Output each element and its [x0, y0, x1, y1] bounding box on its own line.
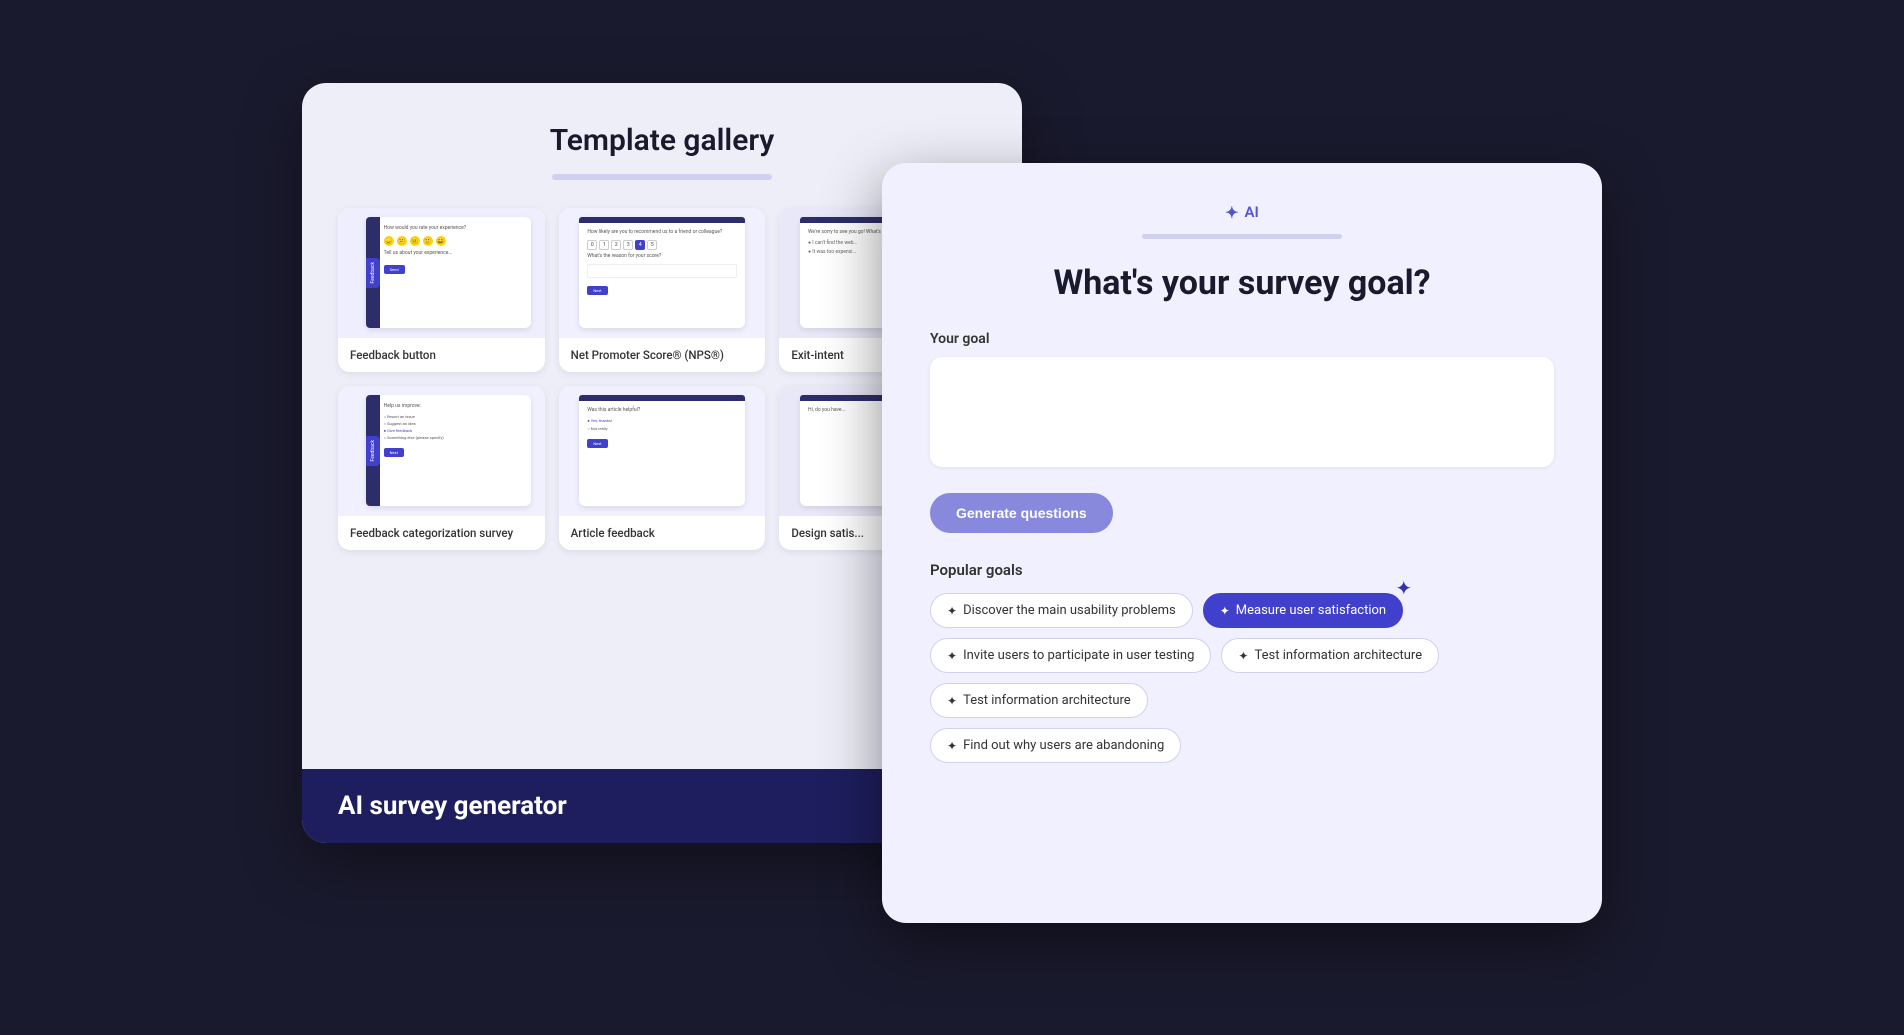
template-label-feedback: Feedback button — [338, 338, 545, 372]
template-preview-feedback: Feedback How would you rate your experie… — [338, 208, 545, 338]
goal-chip-0[interactable]: ✦ Discover the main usability problems — [930, 593, 1193, 628]
sidebar-mock: Feedback — [366, 217, 380, 328]
template-item-feedback[interactable]: Feedback How would you rate your experie… — [338, 208, 545, 372]
preview-next-btn-2: Next — [384, 448, 404, 457]
preview-rating-row: 0 1 2 3 4 5 — [587, 240, 736, 250]
preview-send-btn: Send — [384, 265, 405, 274]
sidebar-mock-2: Feedback — [366, 395, 380, 506]
ai-goal-label: Your goal — [930, 331, 1554, 347]
preview-article-next: Next — [587, 439, 607, 448]
preview-text: How would you rate your experience? — [384, 225, 523, 232]
goal-label-measure: Measure user satisfaction — [1236, 603, 1386, 618]
template-gallery-title: Template gallery — [338, 123, 986, 158]
rating-1: 1 — [599, 240, 609, 250]
preview-reason-label: What's the reason for your score? — [587, 253, 736, 260]
chip-icon-4: ✦ — [947, 694, 957, 708]
float-sparkle-icon: ✦ — [1395, 576, 1412, 600]
template-label-feedback-cat: Feedback categorization survey — [338, 516, 545, 550]
template-label-article: Article feedback — [559, 516, 766, 550]
sidebar-btn-mock-2: Feedback — [366, 436, 380, 466]
chip-icon-measure: ✦ — [1220, 604, 1230, 618]
template-label-nps: Net Promoter Score® (NPS®) — [559, 338, 766, 372]
goal-label-4: Test information architecture — [963, 693, 1131, 708]
chip-icon-0: ✦ — [947, 604, 957, 618]
emoji-2: 😕 — [397, 236, 407, 246]
template-gallery-progress — [552, 174, 772, 180]
ai-goal-textarea[interactable] — [930, 357, 1554, 467]
goal-label-0: Discover the main usability problems — [963, 603, 1176, 618]
ai-badge-text: AI — [1245, 203, 1259, 221]
template-preview-article: Was this article helpful? ● Yes, thanks!… — [559, 386, 766, 516]
preview-article-opts: ● Yes, thanks! ○ Not really — [587, 418, 736, 431]
rating-5: 5 — [647, 240, 657, 250]
preview-opt-suggest: ○ Suggest an idea — [384, 421, 523, 426]
preview-subtext: Tell us about your experience... — [384, 250, 523, 257]
emoji-5: 😄 — [436, 236, 446, 246]
preview-topbar — [579, 217, 744, 223]
goal-chip-4[interactable]: ✦ Test information architecture — [930, 683, 1148, 718]
preview-reason-input — [587, 264, 736, 278]
preview-next-btn: Next — [587, 286, 607, 295]
ai-badge: ✦ AI — [1225, 203, 1259, 222]
rating-0: 0 — [587, 240, 597, 250]
emoji-4: 🙂 — [423, 236, 433, 246]
ai-popular-title: Popular goals — [930, 561, 1554, 579]
sidebar-btn-mock: Feedback — [366, 258, 380, 288]
goal-chip-3[interactable]: ✦ Test information architecture — [1221, 638, 1439, 673]
goal-label-2: Invite users to participate in user test… — [963, 648, 1194, 663]
rating-2: 2 — [611, 240, 621, 250]
preview-nps-question: How likely are you to recommend us to a … — [587, 229, 736, 236]
template-item-nps[interactable]: How likely are you to recommend us to a … — [559, 208, 766, 372]
preview-opt-give: ● Give feedback — [384, 428, 523, 433]
goals-row-2: ✦ Invite users to participate in user te… — [930, 638, 1554, 718]
chip-icon-2: ✦ — [947, 649, 957, 663]
template-item-article[interactable]: Was this article helpful? ● Yes, thanks!… — [559, 386, 766, 550]
preview-opt-report: ○ Report an issue — [384, 414, 523, 419]
rating-4: 4 — [635, 240, 645, 250]
sidebar-btn-label: Feedback — [370, 262, 376, 284]
preview-article-no: ○ Not really — [587, 426, 736, 431]
ai-main-title: What's your survey goal? — [930, 263, 1554, 304]
chip-icon-3: ✦ — [1238, 649, 1248, 663]
goal-chip-measure[interactable]: ✦ Measure user satisfaction ✦ — [1203, 593, 1403, 628]
banner-text: AI survey generator — [338, 791, 567, 821]
ai-badge-container: ✦ AI — [930, 203, 1554, 222]
rating-3: 3 — [623, 240, 633, 250]
preview-article-yes: ● Yes, thanks! — [587, 418, 736, 423]
preview-article-question: Was this article helpful? — [587, 407, 736, 414]
goal-label-3: Test information architecture — [1254, 648, 1422, 663]
goal-chip-5[interactable]: ✦ Find out why users are abandoning — [930, 728, 1181, 763]
goal-label-5: Find out why users are abandoning — [963, 738, 1164, 753]
ai-generate-button[interactable]: Generate questions — [930, 493, 1113, 533]
template-preview-feedback-cat: Feedback Help us improve: ○ Report an is… — [338, 386, 545, 516]
preview-article-topbar — [579, 395, 744, 401]
template-preview-nps: How likely are you to recommend us to a … — [559, 208, 766, 338]
goal-chip-2[interactable]: ✦ Invite users to participate in user te… — [930, 638, 1211, 673]
sidebar-btn-label-2: Feedback — [370, 440, 376, 462]
scene: Template gallery Feedback How would you … — [302, 83, 1602, 953]
preview-emojis: 😞 😕 😐 🙂 😄 — [384, 236, 523, 246]
preview-opt-other: ○ Something else (please specify) — [384, 435, 523, 440]
template-item-feedback-cat[interactable]: Feedback Help us improve: ○ Report an is… — [338, 386, 545, 550]
emoji-3: 😐 — [410, 236, 420, 246]
emoji-1: 😞 — [384, 236, 394, 246]
ai-goals-grid: ✦ Discover the main usability problems ✦… — [930, 593, 1554, 763]
ai-survey-card: ✦ AI What's your survey goal? Your goal … — [882, 163, 1602, 923]
preview-cat-title: Help us improve: — [384, 403, 523, 410]
chip-icon-5: ✦ — [947, 739, 957, 753]
sparkle-icon: ✦ — [1225, 203, 1238, 222]
ai-progress-bar — [1142, 234, 1342, 239]
